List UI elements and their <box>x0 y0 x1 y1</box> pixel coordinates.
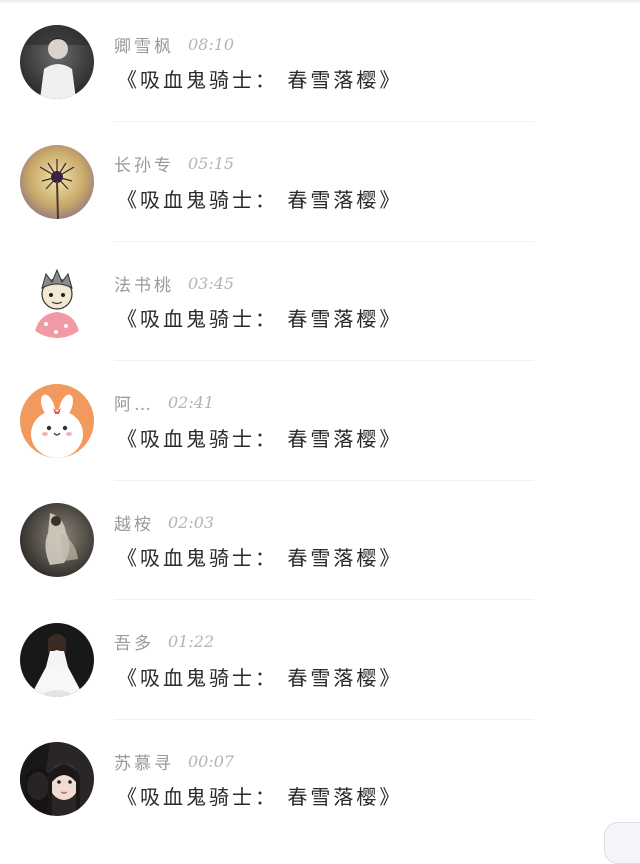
avatar[interactable] <box>20 264 94 338</box>
username[interactable]: 长孙专 <box>114 151 174 176</box>
comment-list: 卿雪枫 08:10 《吸血鬼骑士： 春雪落樱》 长孙专 05:15 《吸血鬼骑士… <box>0 0 640 837</box>
comment-meta: 法书桃 03:45 <box>114 270 234 296</box>
comment-text: 《吸血鬼骑士： 春雪落樱》 <box>117 426 403 451</box>
avatar[interactable] <box>20 144 94 219</box>
comment-meta: 卿雪枫 08:10 <box>114 31 234 57</box>
avatar[interactable] <box>20 383 94 458</box>
username[interactable]: 法书桃 <box>114 271 174 296</box>
comment-meta: 越桉 02:03 <box>114 509 214 535</box>
username[interactable]: 卿雪枫 <box>114 32 174 57</box>
timestamp: 08:10 <box>188 34 235 54</box>
avatar[interactable] <box>20 503 94 577</box>
comment-text: 《吸血鬼骑士： 春雪落樱》 <box>117 665 403 690</box>
comment-item: 法书桃 03:45 《吸血鬼骑士： 春雪落樱》 <box>0 239 640 361</box>
timestamp: 05:15 <box>188 154 235 173</box>
avatar[interactable] <box>20 622 94 697</box>
timestamp: 01:22 <box>168 632 215 651</box>
timestamp: 02:03 <box>168 512 215 532</box>
comment-item: 越桉 02:03 《吸血鬼骑士： 春雪落樱》 <box>0 478 640 600</box>
comment-item: 长孙专 05:15 《吸血鬼骑士： 春雪落樱》 <box>0 120 640 242</box>
username[interactable]: 越桉 <box>114 510 154 535</box>
timestamp: 02:41 <box>168 393 215 412</box>
comment-text: 《吸血鬼骑士： 春雪落樱》 <box>117 307 403 331</box>
comment-item: 卿雪枫 08:10 《吸血鬼骑士： 春雪落樱》 <box>0 0 640 122</box>
comment-text: 《吸血鬼骑士： 春雪落樱》 <box>117 785 403 809</box>
avatar[interactable] <box>20 742 94 816</box>
username[interactable]: 阿… <box>114 390 154 415</box>
comment-text: 《吸血鬼骑士： 春雪落樱》 <box>117 546 403 570</box>
comment-item: 吾多 01:22 《吸血鬼骑士： 春雪落樱》 <box>0 598 640 720</box>
floating-button-edge[interactable] <box>604 822 640 864</box>
username[interactable]: 苏慕寻 <box>114 749 174 774</box>
timestamp: 03:45 <box>188 273 235 293</box>
comment-text: 《吸血鬼骑士： 春雪落樱》 <box>117 68 403 92</box>
comment-text: 《吸血鬼骑士： 春雪落樱》 <box>117 187 403 212</box>
comment-meta: 吾多 01:22 <box>114 629 214 655</box>
comment-item: 苏慕寻 00:07 《吸血鬼骑士： 春雪落樱》 <box>0 717 640 837</box>
comment-meta: 长孙专 05:15 <box>114 151 234 177</box>
timestamp: 00:07 <box>188 751 235 771</box>
comment-item: 阿… 02:41 《吸血鬼骑士： 春雪落樱》 <box>0 359 640 481</box>
avatar[interactable] <box>20 25 94 99</box>
comment-meta: 阿… 02:41 <box>114 390 214 416</box>
username[interactable]: 吾多 <box>114 629 154 654</box>
comment-meta: 苏慕寻 00:07 <box>114 748 234 774</box>
